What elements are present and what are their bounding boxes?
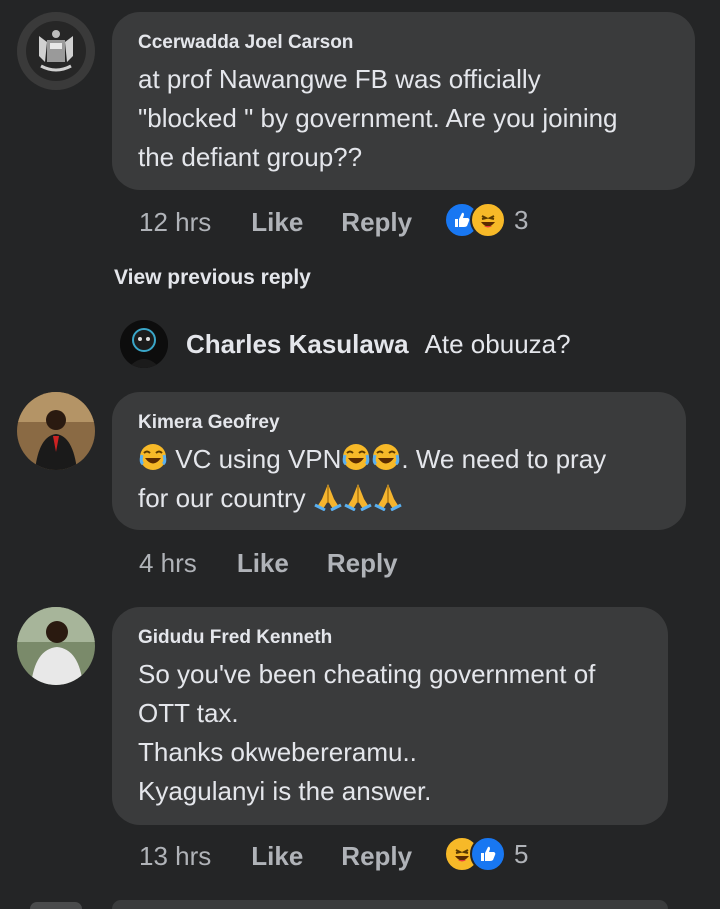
comment-actions: 13 hrs Like Reply: [139, 836, 412, 876]
praying-hands-emoji: [313, 481, 343, 512]
comment-text: at prof Nawangwe FB was officially "bloc…: [138, 64, 618, 172]
view-previous-reply-link[interactable]: View previous reply: [114, 266, 311, 290]
comment-text-part: . We need to pray: [401, 444, 607, 474]
praying-hands-emoji: [373, 481, 403, 512]
comment-text-part: VC using VPN: [168, 444, 342, 474]
comment-bubble: Ccerwadda Joel Carson at prof Nawangwe F…: [112, 12, 695, 190]
reply-text: Ate obuuza?: [424, 328, 571, 359]
comment-time[interactable]: 13 hrs: [139, 841, 211, 872]
reply-button[interactable]: Reply: [341, 207, 412, 238]
comment-author[interactable]: Gidudu Fred Kenneth: [138, 627, 642, 649]
collapsed-reply[interactable]: Charles Kasulawa Ate obuuza?: [120, 320, 571, 368]
next-avatar-edge: [30, 902, 82, 909]
reply-author[interactable]: Charles Kasulawa: [186, 329, 409, 360]
praying-hands-emoji: [343, 481, 373, 512]
comment-text: VC using VPN . We need to pray for our c…: [138, 440, 660, 518]
person-avatar-image: [17, 392, 95, 470]
comment-time[interactable]: 4 hrs: [139, 548, 197, 579]
avatar[interactable]: [17, 12, 95, 90]
next-comment-edge: [112, 900, 668, 909]
reaction-count: 5: [514, 838, 529, 869]
comment-text: So you've been cheating government of OT…: [138, 659, 596, 806]
person-avatar-image: [120, 320, 168, 368]
avatar[interactable]: [120, 320, 168, 368]
laughing-emoji: [371, 442, 401, 472]
reply-button[interactable]: Reply: [327, 548, 398, 579]
person-avatar-image: [17, 607, 95, 685]
like-button[interactable]: Like: [251, 207, 303, 238]
reaction-count: 3: [514, 204, 529, 235]
haha-icon: [470, 202, 506, 238]
like-button[interactable]: Like: [251, 841, 303, 872]
coat-of-arms-avatar-image: [17, 12, 95, 90]
comment-author[interactable]: Ccerwadda Joel Carson: [138, 32, 669, 54]
avatar[interactable]: [17, 392, 95, 470]
reaction-summary[interactable]: 5: [444, 836, 528, 872]
reaction-summary[interactable]: 3: [444, 202, 528, 238]
laughing-emoji: [138, 442, 168, 472]
comment-actions: 4 hrs Like Reply: [139, 543, 398, 583]
reply-button[interactable]: Reply: [341, 841, 412, 872]
comment-text-part: for our country: [138, 483, 313, 513]
comment-time[interactable]: 12 hrs: [139, 207, 211, 238]
like-icon: [470, 836, 506, 872]
comment-bubble: Gidudu Fred Kenneth So you've been cheat…: [112, 607, 668, 825]
comment-actions: 12 hrs Like Reply: [139, 202, 412, 242]
comment-bubble: Kimera Geofrey VC using VPN . We need to…: [112, 392, 686, 530]
like-button[interactable]: Like: [237, 548, 289, 579]
comment-author[interactable]: Kimera Geofrey: [138, 412, 660, 434]
laughing-emoji: [341, 442, 371, 472]
avatar[interactable]: [17, 607, 95, 685]
